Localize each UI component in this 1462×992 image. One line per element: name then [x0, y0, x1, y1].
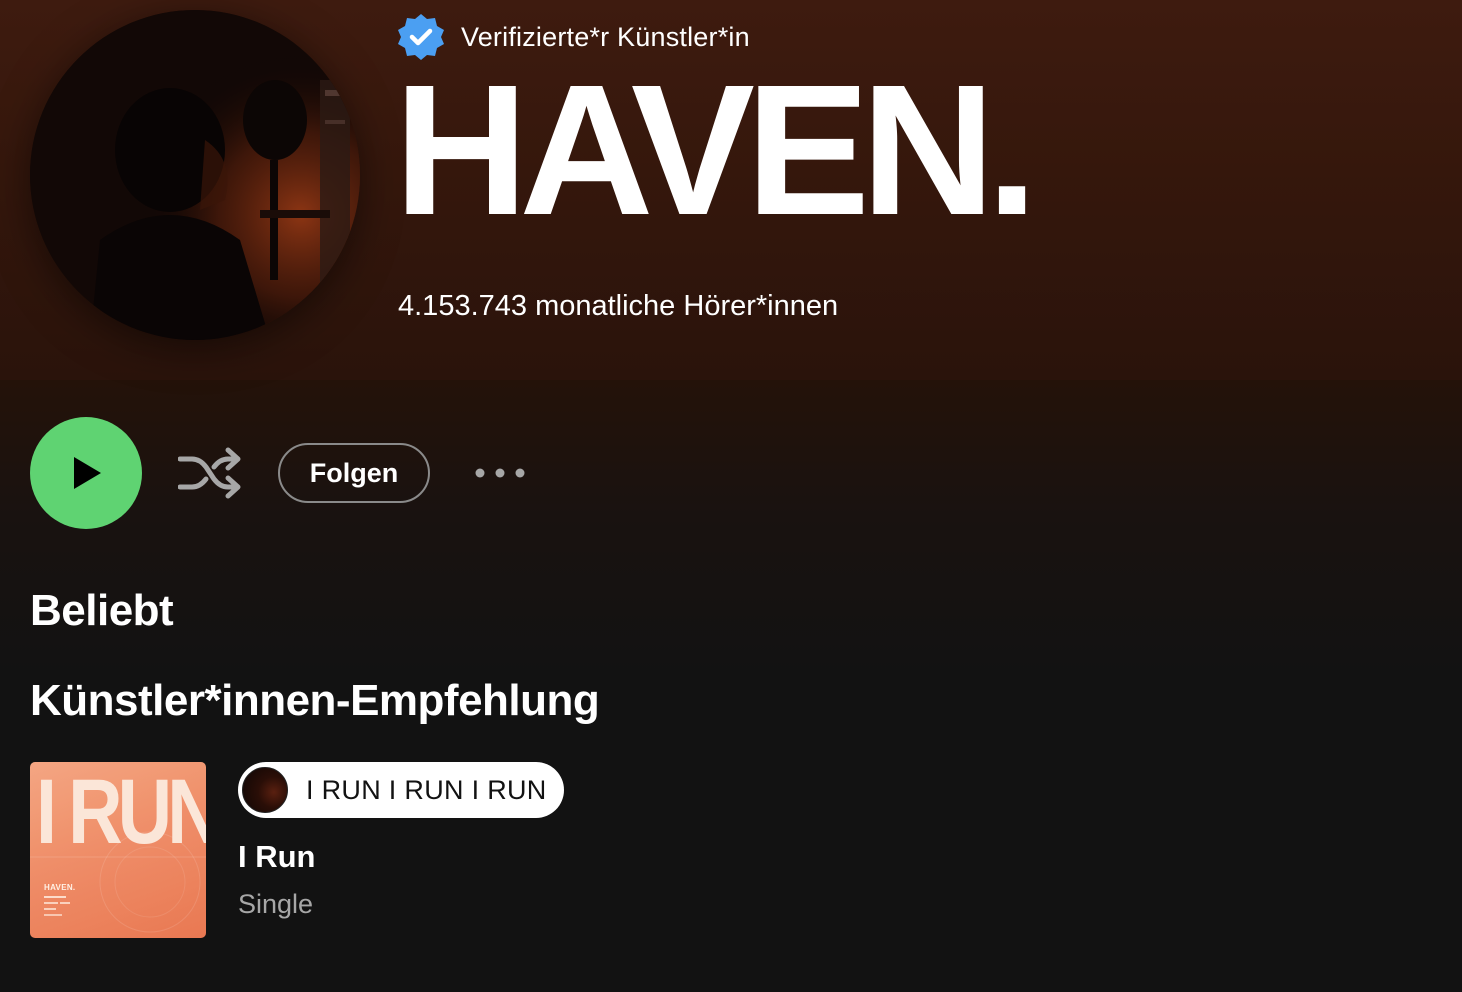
artist-pick-title[interactable]: I Run — [238, 839, 316, 875]
artist-pick-cover[interactable]: I RUN HAVEN. — [30, 762, 206, 938]
cover-title-text: I RUN — [36, 762, 206, 863]
play-icon — [74, 457, 101, 489]
cover-tracklist-decoration — [44, 896, 70, 916]
cover-artist-text: HAVEN. — [44, 883, 76, 892]
pill-artist-avatar — [242, 767, 288, 813]
popular-section-title: Beliebt — [30, 586, 174, 635]
artist-pick-comment-pill[interactable]: I RUN I RUN I RUN — [238, 762, 564, 818]
follow-button[interactable]: Folgen — [278, 443, 430, 503]
pill-text: I RUN I RUN I RUN — [306, 774, 547, 805]
artist-page: Verifizierte*r Künstler*in HAVEN. 4.153.… — [0, 0, 1462, 992]
more-options-button[interactable] — [470, 443, 530, 503]
shuffle-icon — [178, 447, 241, 499]
action-bar: Folgen — [30, 417, 530, 529]
artist-avatar — [30, 10, 360, 340]
artist-pick-section-title: Künstler*innen-Empfehlung — [30, 676, 600, 725]
more-options-icon — [475, 468, 525, 478]
artist-pick-type: Single — [238, 889, 314, 919]
artist-pick: I RUN HAVEN. I RUN I RUN I RUN I Run Sin… — [30, 762, 930, 938]
artist-photo — [30, 10, 360, 340]
monthly-listeners: 4.153.743 monatliche Hörer*innen — [398, 290, 839, 322]
shuffle-button[interactable] — [178, 441, 242, 505]
artist-name: HAVEN. — [394, 47, 1038, 254]
play-button[interactable] — [30, 417, 142, 529]
